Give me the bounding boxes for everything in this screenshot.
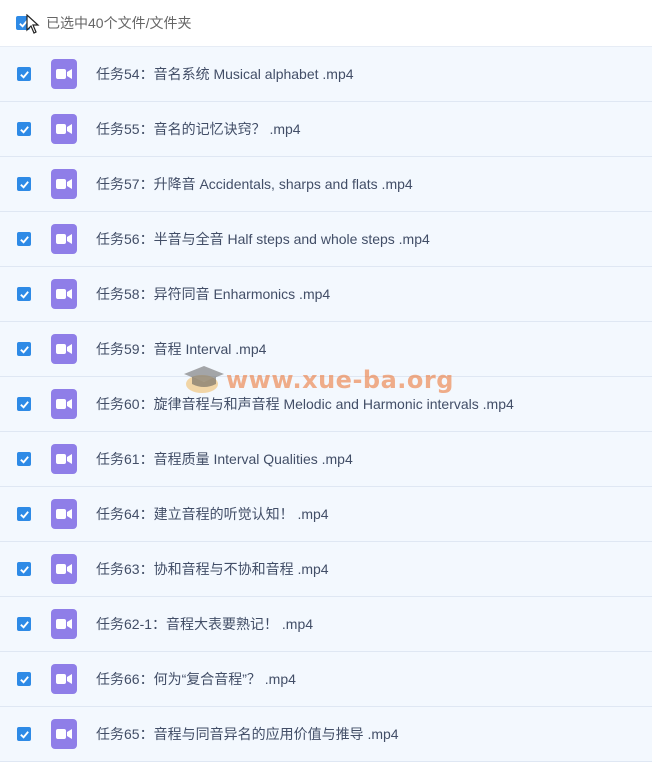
file-name[interactable]: 任务60：旋律音程与和声音程 Melodic and Harmonic inte… [96,394,514,414]
video-icon [51,444,77,474]
file-row[interactable]: 任务66：何为“复合音程”？ .mp4 [0,652,652,707]
file-name[interactable]: 任务56：半音与全音 Half steps and whole steps .m… [96,229,430,249]
check-icon [19,345,29,354]
file-row[interactable]: 任务63：协和音程与不协和音程 .mp4 [0,542,652,597]
video-camera-glyph [56,69,72,79]
file-checkbox[interactable] [17,177,31,191]
video-camera-glyph [56,454,72,464]
file-checkbox[interactable] [17,617,31,631]
file-row[interactable]: 任务62-1：音程大表要熟记！ .mp4 [0,597,652,652]
file-name[interactable]: 任务66：何为“复合音程”？ .mp4 [96,669,296,689]
check-icon [19,290,29,299]
file-checkbox[interactable] [17,287,31,301]
check-icon [19,400,29,409]
file-row[interactable]: 任务56：半音与全音 Half steps and whole steps .m… [0,212,652,267]
video-icon [51,664,77,694]
file-checkbox[interactable] [17,232,31,246]
check-icon [19,620,29,629]
video-icon [51,609,77,639]
video-camera-glyph [56,509,72,519]
video-camera-glyph [56,564,72,574]
video-icon [51,389,77,419]
video-icon [51,169,77,199]
mouse-cursor-icon [26,14,40,34]
video-icon [51,499,77,529]
file-name[interactable]: 任务64：建立音程的听觉认知！ .mp4 [96,504,329,524]
file-checkbox[interactable] [17,672,31,686]
video-camera-glyph [56,179,72,189]
file-row[interactable]: 任务65：音程与同音异名的应用价值与推导 .mp4 [0,707,652,762]
video-camera-glyph [56,399,72,409]
check-icon [19,675,29,684]
file-row[interactable]: 任务58：异符同音 Enharmonics .mp4 [0,267,652,322]
video-camera-glyph [56,289,72,299]
check-icon [19,455,29,464]
file-checkbox[interactable] [17,727,31,741]
video-camera-glyph [56,729,72,739]
file-checkbox[interactable] [17,397,31,411]
file-name[interactable]: 任务62-1：音程大表要熟记！ .mp4 [96,614,313,634]
file-checkbox[interactable] [17,67,31,81]
video-camera-glyph [56,619,72,629]
video-camera-glyph [56,124,72,134]
file-name[interactable]: 任务59：音程 Interval .mp4 [96,339,266,359]
file-name[interactable]: 任务54：音名系统 Musical alphabet .mp4 [96,64,354,84]
file-list: 任务54：音名系统 Musical alphabet .mp4 任务55：音名的记… [0,46,652,762]
file-name[interactable]: 任务65：音程与同音异名的应用价值与推导 .mp4 [96,724,399,744]
check-icon [19,180,29,189]
selection-header: 已选中40个文件/文件夹 [0,0,652,46]
video-icon [51,719,77,749]
file-checkbox[interactable] [17,122,31,136]
file-checkbox[interactable] [17,452,31,466]
video-icon [51,279,77,309]
file-checkbox[interactable] [17,342,31,356]
file-name[interactable]: 任务58：异符同音 Enharmonics .mp4 [96,284,330,304]
selection-count-label: 已选中40个文件/文件夹 [46,15,192,31]
file-name[interactable]: 任务57：升降音 Accidentals, sharps and flats .… [96,174,413,194]
video-camera-glyph [56,344,72,354]
check-icon [19,235,29,244]
file-row[interactable]: 任务64：建立音程的听觉认知！ .mp4 [0,487,652,542]
check-icon [19,565,29,574]
check-icon [19,730,29,739]
file-checkbox[interactable] [17,562,31,576]
video-icon [51,554,77,584]
check-icon [19,125,29,134]
file-checkbox[interactable] [17,507,31,521]
check-icon [19,70,29,79]
video-icon [51,59,77,89]
video-icon [51,114,77,144]
file-row[interactable]: 任务60：旋律音程与和声音程 Melodic and Harmonic inte… [0,377,652,432]
video-icon [51,224,77,254]
file-name[interactable]: 任务63：协和音程与不协和音程 .mp4 [96,559,329,579]
check-icon [19,510,29,519]
file-name[interactable]: 任务55：音名的记忆诀窍？ .mp4 [96,119,301,139]
file-row[interactable]: 任务59：音程 Interval .mp4 [0,322,652,377]
video-camera-glyph [56,674,72,684]
file-row[interactable]: 任务57：升降音 Accidentals, sharps and flats .… [0,157,652,212]
file-name[interactable]: 任务61：音程质量 Interval Qualities .mp4 [96,449,353,469]
video-camera-glyph [56,234,72,244]
file-row[interactable]: 任务61：音程质量 Interval Qualities .mp4 [0,432,652,487]
file-row[interactable]: 任务55：音名的记忆诀窍？ .mp4 [0,102,652,157]
video-icon [51,334,77,364]
file-row[interactable]: 任务54：音名系统 Musical alphabet .mp4 [0,47,652,102]
